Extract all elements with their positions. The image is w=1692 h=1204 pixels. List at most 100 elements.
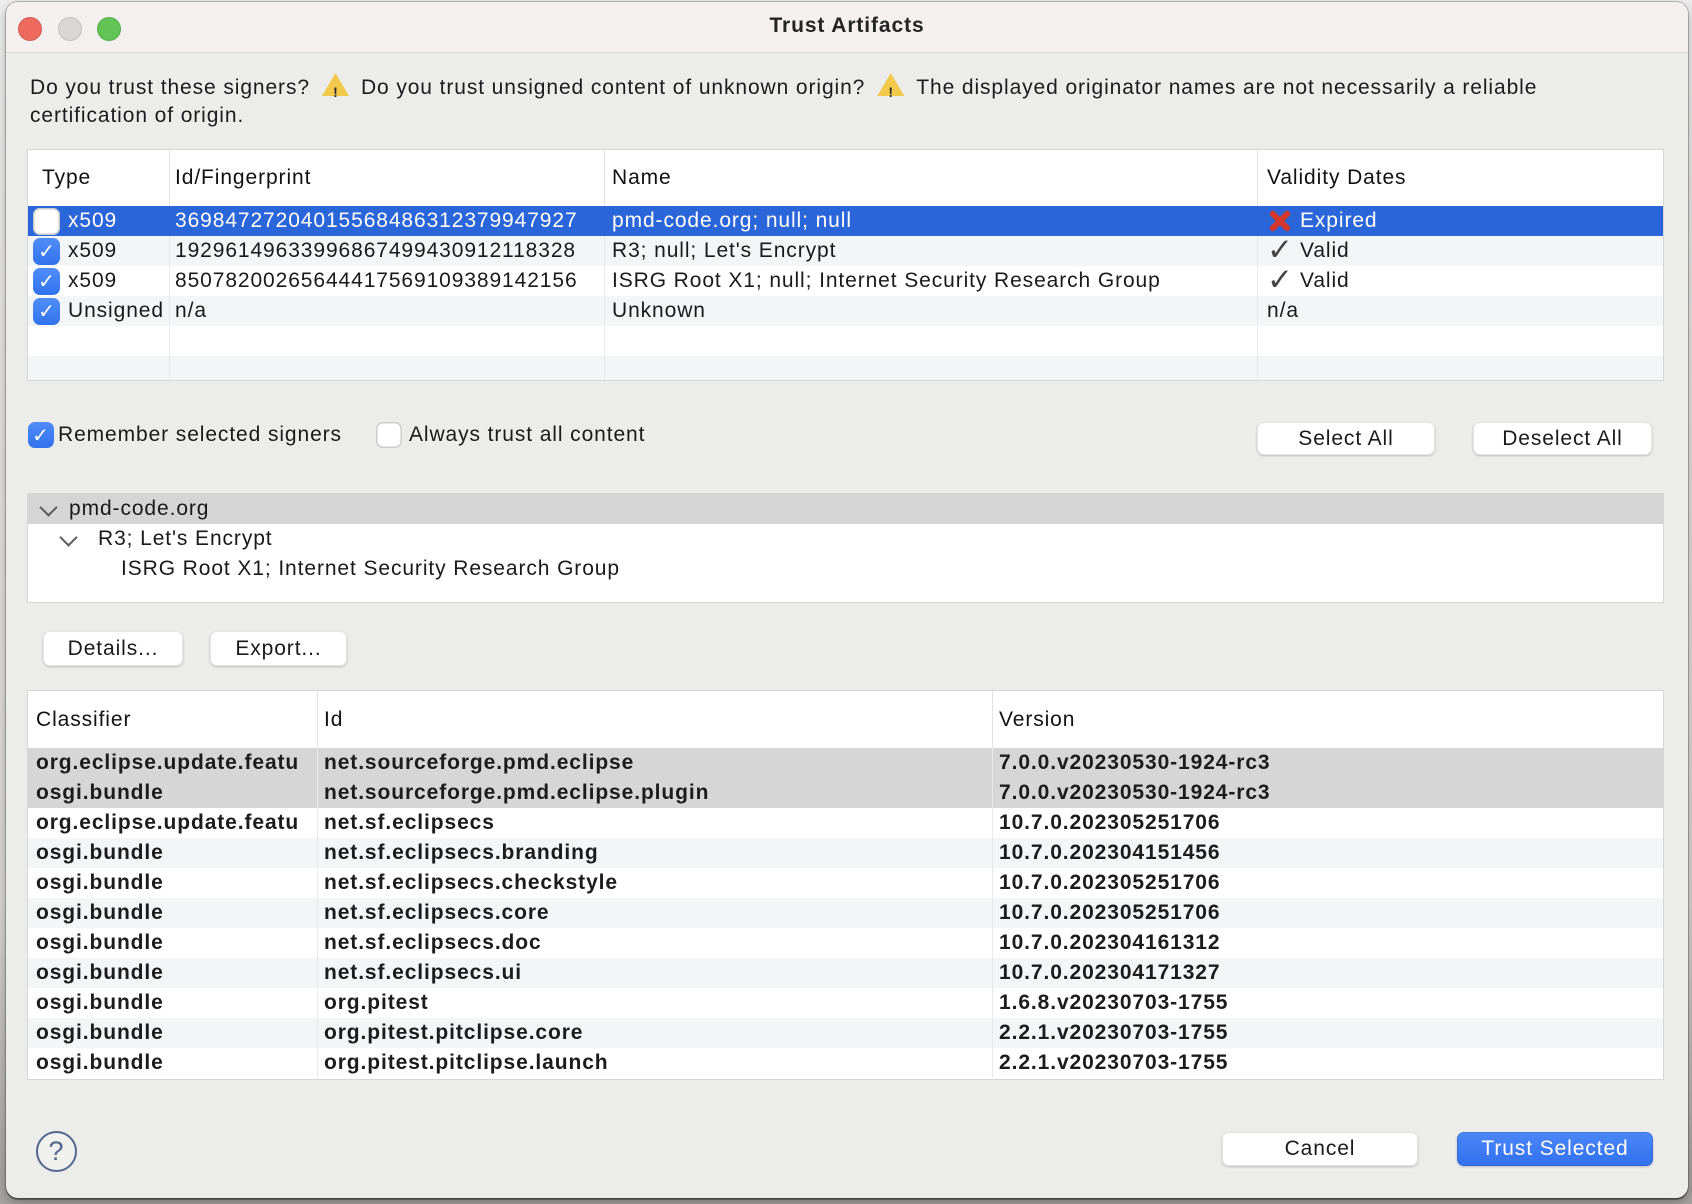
column-header-name[interactable]: Name <box>605 150 1258 206</box>
titlebar: Trust Artifacts <box>6 2 1688 53</box>
trust-selected-button[interactable]: Trust Selected <box>1457 1132 1653 1166</box>
artifact-row[interactable]: osgi.bundle net.sf.eclipsecs.core 10.7.0… <box>28 898 1663 928</box>
artifact-classifier: osgi.bundle <box>28 898 318 928</box>
artifact-version: 10.7.0.202305251706 <box>993 868 1664 898</box>
artifact-id: org.pitest.pitclipse.core <box>318 1018 993 1048</box>
artifact-version: 10.7.0.202305251706 <box>993 808 1664 838</box>
signer-fingerprint: 85078200265644417569109389142156 <box>170 266 605 296</box>
artifact-version: 7.0.0.v20230530-1924-rc3 <box>993 748 1664 778</box>
tree-item[interactable]: R3; Let's Encrypt <box>28 524 1663 554</box>
warning-icon: ! <box>322 73 349 96</box>
always-trust-label: Always trust all content <box>409 423 645 447</box>
artifact-classifier: osgi.bundle <box>28 928 318 958</box>
tree-item[interactable]: pmd-code.org <box>28 494 1663 524</box>
artifact-id: org.pitest.pitclipse.launch <box>318 1048 993 1078</box>
select-all-button[interactable]: Select All <box>1257 422 1435 455</box>
tree-item-label: ISRG Root X1; Internet Security Research… <box>28 557 620 581</box>
artifact-classifier: osgi.bundle <box>28 868 318 898</box>
signer-type: x509 <box>68 239 117 263</box>
artifact-id: net.sf.eclipsecs.core <box>318 898 993 928</box>
signer-validity: Expired <box>1300 209 1378 233</box>
deselect-all-button[interactable]: Deselect All <box>1473 422 1652 455</box>
signer-checkbox[interactable] <box>33 298 60 325</box>
artifacts-table: Classifier Id Version org.eclipse.update… <box>27 690 1664 1080</box>
signer-type: x509 <box>68 269 117 293</box>
signer-fingerprint: 36984727204015568486312379947927 <box>170 206 605 236</box>
signer-row[interactable]: x509 19296149633996867499430912118328 R3… <box>28 236 1663 266</box>
signer-fingerprint: n/a <box>170 296 605 326</box>
signer-fingerprint: 19296149633996867499430912118328 <box>170 236 605 266</box>
warning-question-2: Do you trust unsigned content of unknown… <box>361 76 865 99</box>
column-header-id[interactable]: Id <box>318 691 993 748</box>
column-header-fingerprint[interactable]: Id/Fingerprint <box>170 150 605 206</box>
signer-checkbox[interactable] <box>33 208 60 235</box>
artifact-version: 10.7.0.202304161312 <box>993 928 1664 958</box>
signer-row[interactable]: x509 85078200265644417569109389142156 IS… <box>28 266 1663 296</box>
artifact-id: net.sf.eclipsecs.ui <box>318 958 993 988</box>
artifact-row[interactable]: org.eclipse.update.featu net.sf.eclipsec… <box>28 808 1663 838</box>
column-header-version[interactable]: Version <box>993 691 1664 748</box>
artifact-row[interactable]: osgi.bundle net.sf.eclipsecs.checkstyle … <box>28 868 1663 898</box>
artifact-version: 2.2.1.v20230703-1755 <box>993 1018 1664 1048</box>
artifact-id: net.sf.eclipsecs.branding <box>318 838 993 868</box>
signer-type: x509 <box>68 209 117 233</box>
artifact-row[interactable]: osgi.bundle org.pitest.pitclipse.launch … <box>28 1048 1663 1078</box>
valid-icon: ✓ <box>1267 268 1293 294</box>
empty-row <box>28 356 1663 381</box>
signers-table: Type Id/Fingerprint Name Validity Dates … <box>27 149 1664 381</box>
tree-item[interactable]: ISRG Root X1; Internet Security Research… <box>28 554 1663 584</box>
trust-artifacts-dialog: Trust Artifacts Do you trust these signe… <box>6 2 1688 1198</box>
artifact-classifier: osgi.bundle <box>28 1018 318 1048</box>
export-button[interactable]: Export... <box>210 631 347 666</box>
signer-name: R3; null; Let's Encrypt <box>605 236 1258 266</box>
certificate-tree: pmd-code.org R3; Let's Encrypt ISRG Root… <box>27 493 1664 603</box>
artifact-row[interactable]: osgi.bundle net.sf.eclipsecs.ui 10.7.0.2… <box>28 958 1663 988</box>
artifact-classifier: org.eclipse.update.featu <box>28 748 318 778</box>
artifact-version: 2.2.1.v20230703-1755 <box>993 1048 1664 1078</box>
cancel-button[interactable]: Cancel <box>1222 1132 1418 1166</box>
artifact-classifier: osgi.bundle <box>28 838 318 868</box>
artifact-classifier: org.eclipse.update.featu <box>28 808 318 838</box>
expired-icon <box>1267 208 1293 234</box>
warning-icon: ! <box>877 73 904 96</box>
artifact-version: 10.7.0.202305251706 <box>993 898 1664 928</box>
artifact-version: 10.7.0.202304151456 <box>993 838 1664 868</box>
signer-name: ISRG Root X1; null; Internet Security Re… <box>605 266 1258 296</box>
artifact-classifier: osgi.bundle <box>28 1048 318 1078</box>
valid-icon: ✓ <box>1267 238 1293 264</box>
column-header-classifier[interactable]: Classifier <box>28 691 318 748</box>
artifact-row[interactable]: osgi.bundle net.sf.eclipsecs.doc 10.7.0.… <box>28 928 1663 958</box>
artifact-id: net.sf.eclipsecs <box>318 808 993 838</box>
warning-question-1: Do you trust these signers? <box>30 76 310 99</box>
artifact-row[interactable]: osgi.bundle net.sourceforge.pmd.eclipse.… <box>28 778 1663 808</box>
artifact-id: net.sf.eclipsecs.doc <box>318 928 993 958</box>
artifact-classifier: osgi.bundle <box>28 958 318 988</box>
column-header-validity[interactable]: Validity Dates <box>1258 150 1663 206</box>
signer-type: Unsigned <box>68 299 164 323</box>
artifact-row[interactable]: osgi.bundle org.pitest 1.6.8.v20230703-1… <box>28 988 1663 1018</box>
always-trust-checkbox[interactable] <box>376 422 402 448</box>
remember-signers-checkbox[interactable] <box>28 422 54 448</box>
details-button[interactable]: Details... <box>43 631 183 666</box>
signers-table-header: Type Id/Fingerprint Name Validity Dates <box>28 150 1663 206</box>
signer-validity: Valid <box>1300 269 1350 293</box>
signer-validity: Valid <box>1300 239 1350 263</box>
artifact-version: 7.0.0.v20230530-1924-rc3 <box>993 778 1664 808</box>
signer-validity: n/a <box>1258 296 1663 326</box>
window-title: Trust Artifacts <box>6 14 1688 38</box>
artifact-id: net.sourceforge.pmd.eclipse <box>318 748 993 778</box>
artifact-version: 1.6.8.v20230703-1755 <box>993 988 1664 1018</box>
signer-row[interactable]: Unsigned n/a Unknown n/a <box>28 296 1663 326</box>
signer-checkbox[interactable] <box>33 238 60 265</box>
signer-name: pmd-code.org; null; null <box>605 206 1258 236</box>
signer-row[interactable]: x509 36984727204015568486312379947927 pm… <box>28 206 1663 236</box>
artifact-classifier: osgi.bundle <box>28 778 318 808</box>
artifact-row[interactable]: osgi.bundle net.sf.eclipsecs.branding 10… <box>28 838 1663 868</box>
signer-checkbox[interactable] <box>33 268 60 295</box>
artifact-row[interactable]: org.eclipse.update.featu net.sourceforge… <box>28 748 1663 778</box>
help-button[interactable]: ? <box>36 1131 77 1172</box>
column-header-type[interactable]: Type <box>28 150 170 206</box>
signer-name: Unknown <box>605 296 1258 326</box>
artifact-row[interactable]: osgi.bundle org.pitest.pitclipse.core 2.… <box>28 1018 1663 1048</box>
empty-row <box>28 326 1663 356</box>
